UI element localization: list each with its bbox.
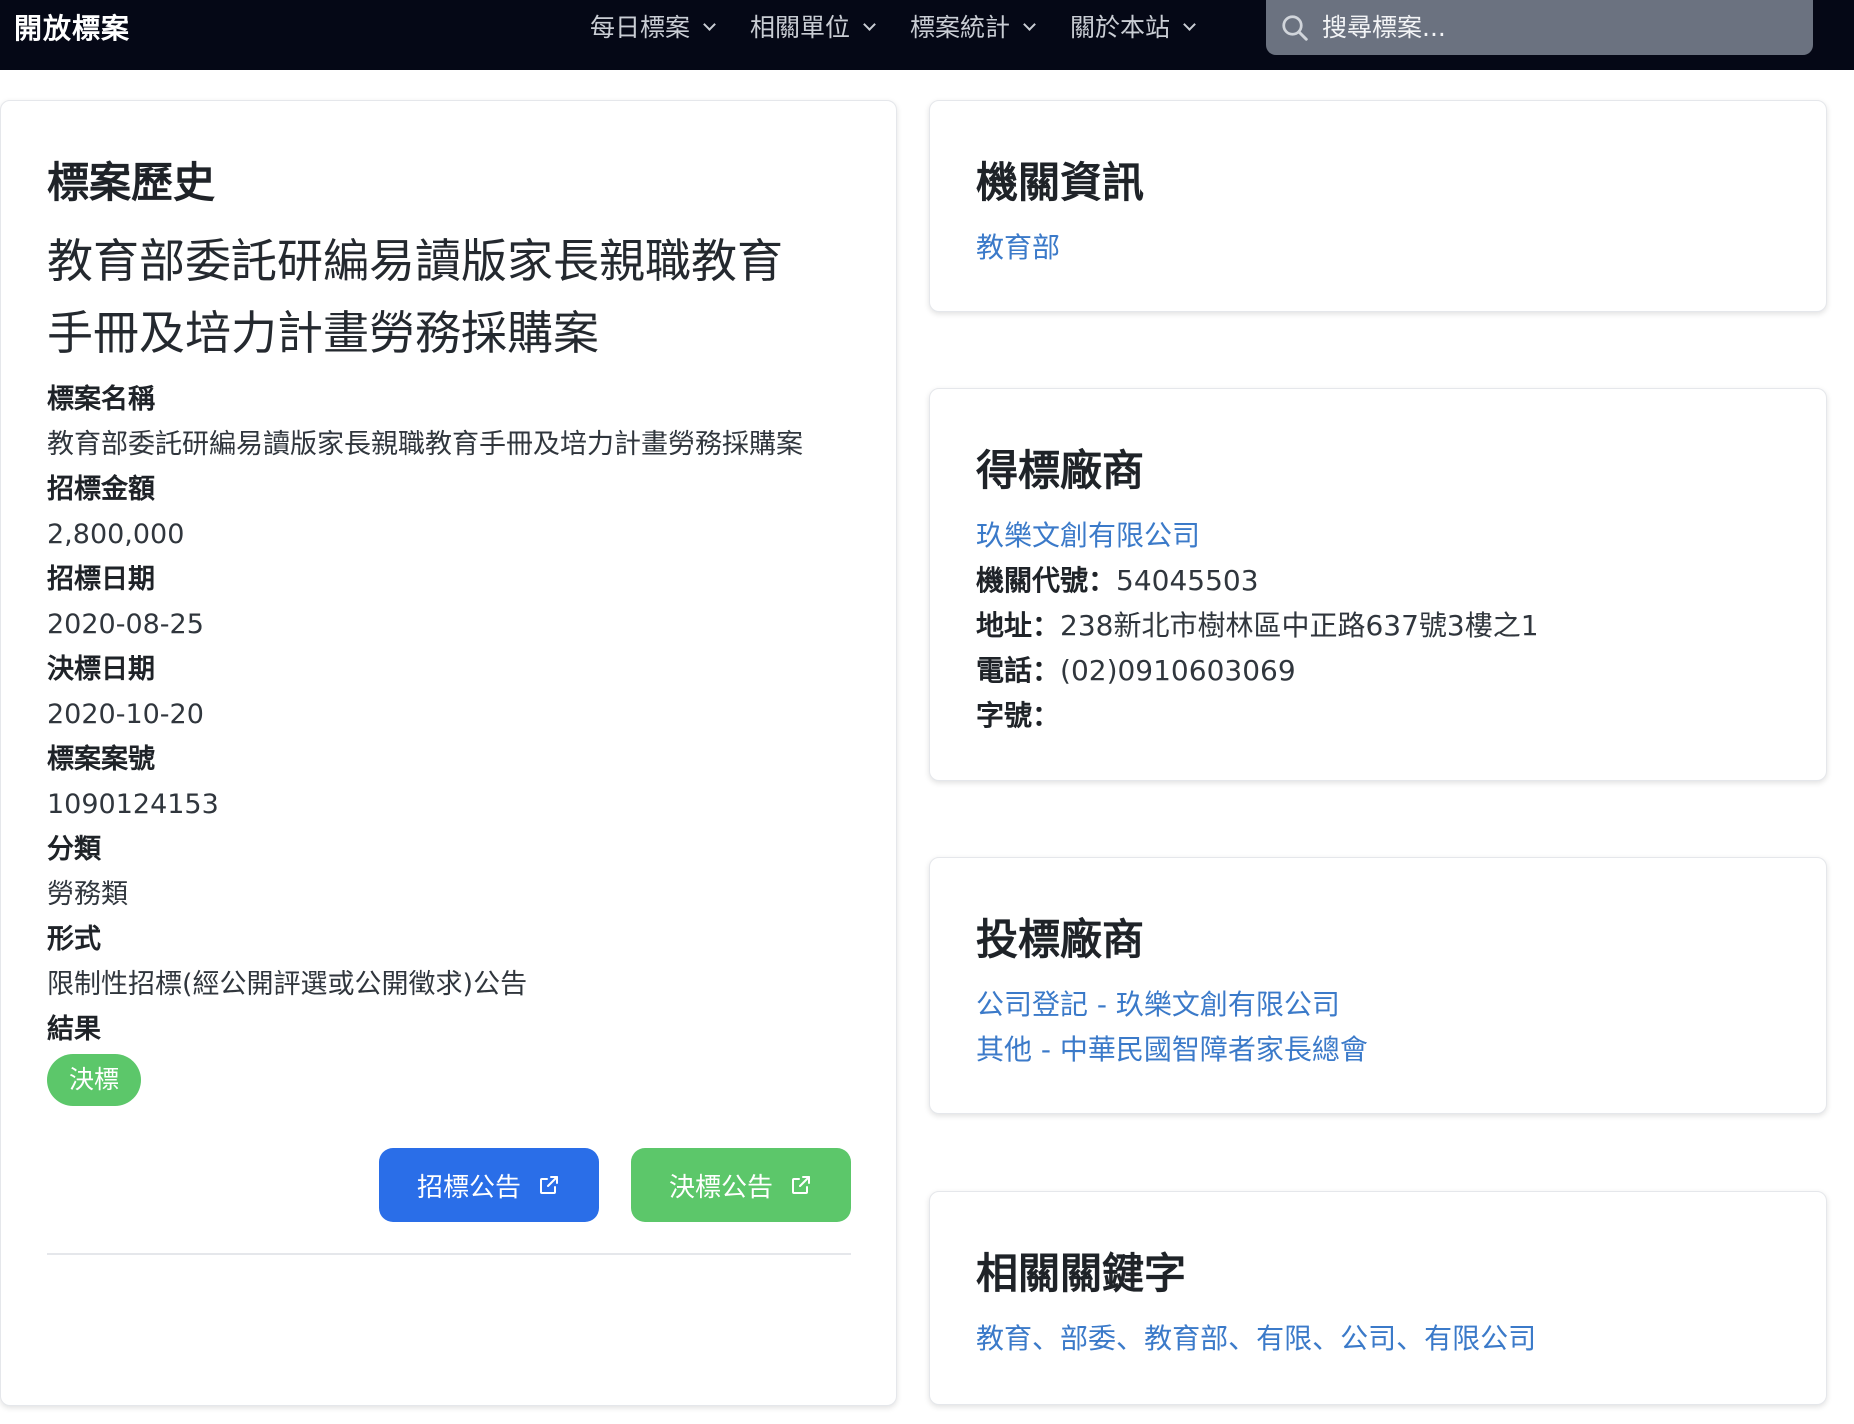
agency-link[interactable]: 教育部 (976, 225, 1060, 270)
section-heading: 投標廠商 (976, 915, 1145, 964)
keyword-separator: 、 (1312, 1322, 1341, 1355)
nav-item-statistics[interactable]: 標案統計 (910, 4, 1036, 48)
field-label: 標案案號 (47, 744, 155, 775)
chevron-down-icon (864, 4, 876, 48)
divider (47, 1253, 851, 1255)
keyword-separator: 、 (1396, 1322, 1425, 1355)
external-link-icon (540, 1176, 558, 1194)
bidder-list: 公司登記 - 玖樂文創有限公司 其他 - 中華民國智障者家長總會 (976, 982, 1368, 1072)
agency-info-card: 機關資訊 教育部 (929, 100, 1827, 312)
search-icon (1282, 14, 1308, 41)
keyword-link[interactable]: 教育 (976, 1322, 1032, 1355)
nav-item-about[interactable]: 關於本站 (1070, 4, 1196, 48)
field-value: (02)0910603069 (1060, 654, 1296, 687)
field-value: 54045503 (1116, 564, 1259, 597)
field-label: 決標日期 (47, 654, 155, 685)
field-label: 電話： (976, 654, 1061, 687)
nav-item-label: 標案統計 (910, 13, 1011, 42)
nav-item-label: 相關單位 (750, 13, 851, 42)
bidder-link[interactable]: 公司登記 - 玖樂文創有限公司 (976, 982, 1368, 1027)
nav-menu: 每日標案 相關單位 標案統計 關於本站 (590, 4, 1230, 48)
tender-fields: 標案名稱 教育部委託研編易讀版家長親職教育手冊及培力計畫勞務採購案 招標金額 2… (47, 377, 837, 1106)
field-label: 機關代號： (976, 564, 1117, 597)
field-value: 勞務類 (47, 879, 128, 910)
tender-title: 教育部委託研編易讀版家長親職教育手冊及培力計畫勞務採購案 (47, 234, 783, 360)
search-box (1266, 0, 1813, 55)
field-value: 2020-10-20 (47, 699, 204, 730)
bidding-vendors-card: 投標廠商 公司登記 - 玖樂文創有限公司 其他 - 中華民國智障者家長總會 (929, 857, 1827, 1114)
external-link-icon (792, 1176, 810, 1194)
field-label: 字號： (976, 699, 1061, 732)
button-label: 決標公告 (668, 1172, 773, 1203)
keyword-separator: 、 (1228, 1322, 1257, 1355)
section-heading: 機關資訊 (976, 158, 1145, 207)
winner-link[interactable]: 玖樂文創有限公司 (976, 519, 1200, 552)
winning-vendor-card: 得標廠商 玖樂文創有限公司 機關代號：54045503 地址：238新北市樹林區… (929, 388, 1827, 781)
section-heading: 得標廠商 (976, 446, 1145, 495)
tender-notice-button[interactable]: 招標公告 (379, 1148, 599, 1222)
keyword-link[interactable]: 教育部 (1144, 1322, 1228, 1355)
nav-item-label: 關於本站 (1070, 13, 1171, 42)
chevron-down-icon (1184, 4, 1196, 48)
field-value: 1090124153 (47, 789, 219, 820)
brand-logo[interactable]: 開放標案 (14, 4, 130, 54)
chevron-down-icon (1024, 4, 1036, 48)
top-navbar: 開放標案 每日標案 相關單位 標案統計 關於本站 (0, 0, 1854, 70)
keyword-list: 教育、部委、教育部、有限、公司、有限公司 (976, 1316, 1536, 1361)
related-keywords-card: 相關關鍵字 教育、部委、教育部、有限、公司、有限公司 (929, 1191, 1827, 1405)
keyword-link[interactable]: 部委 (1060, 1322, 1116, 1355)
field-label: 招標金額 (47, 474, 155, 505)
field-label: 結果 (47, 1014, 101, 1045)
field-value: 238新北市樹林區中正路637號3樓之1 (1060, 609, 1539, 642)
field-value: 限制性招標(經公開評選或公開徵求)公告 (47, 969, 528, 1000)
keyword-separator: 、 (1032, 1322, 1061, 1355)
keyword-separator: 、 (1116, 1322, 1145, 1355)
field-value: 教育部委託研編易讀版家長親職教育手冊及培力計畫勞務採購案 (47, 429, 803, 460)
bidder-link[interactable]: 其他 - 中華民國智障者家長總會 (976, 1027, 1368, 1072)
award-notice-button[interactable]: 決標公告 (631, 1148, 851, 1222)
button-label: 招標公告 (416, 1172, 521, 1203)
winner-details: 玖樂文創有限公司 機關代號：54045503 地址：238新北市樹林區中正路63… (976, 513, 1796, 738)
keyword-link[interactable]: 有限公司 (1424, 1322, 1536, 1355)
nav-item-related-units[interactable]: 相關單位 (750, 4, 876, 48)
field-label: 地址： (976, 609, 1061, 642)
field-label: 招標日期 (47, 564, 155, 595)
nav-item-label: 每日標案 (590, 13, 691, 42)
section-heading: 標案歷史 (47, 158, 216, 207)
status-badge: 決標 (47, 1054, 142, 1106)
field-value: 2,800,000 (47, 519, 185, 550)
nav-item-daily-tenders[interactable]: 每日標案 (590, 4, 716, 48)
tender-history-card: 標案歷史 教育部委託研編易讀版家長親職教育手冊及培力計畫勞務採購案 標案名稱 教… (0, 100, 897, 1406)
chevron-down-icon (704, 4, 716, 48)
field-value: 2020-08-25 (47, 609, 204, 640)
keyword-link[interactable]: 公司 (1340, 1322, 1396, 1355)
field-label: 分類 (47, 834, 101, 865)
field-label: 形式 (47, 924, 101, 955)
search-input[interactable] (1320, 7, 1813, 48)
field-label: 標案名稱 (47, 384, 155, 415)
section-heading: 相關關鍵字 (976, 1249, 1187, 1298)
keyword-link[interactable]: 有限 (1256, 1322, 1312, 1355)
